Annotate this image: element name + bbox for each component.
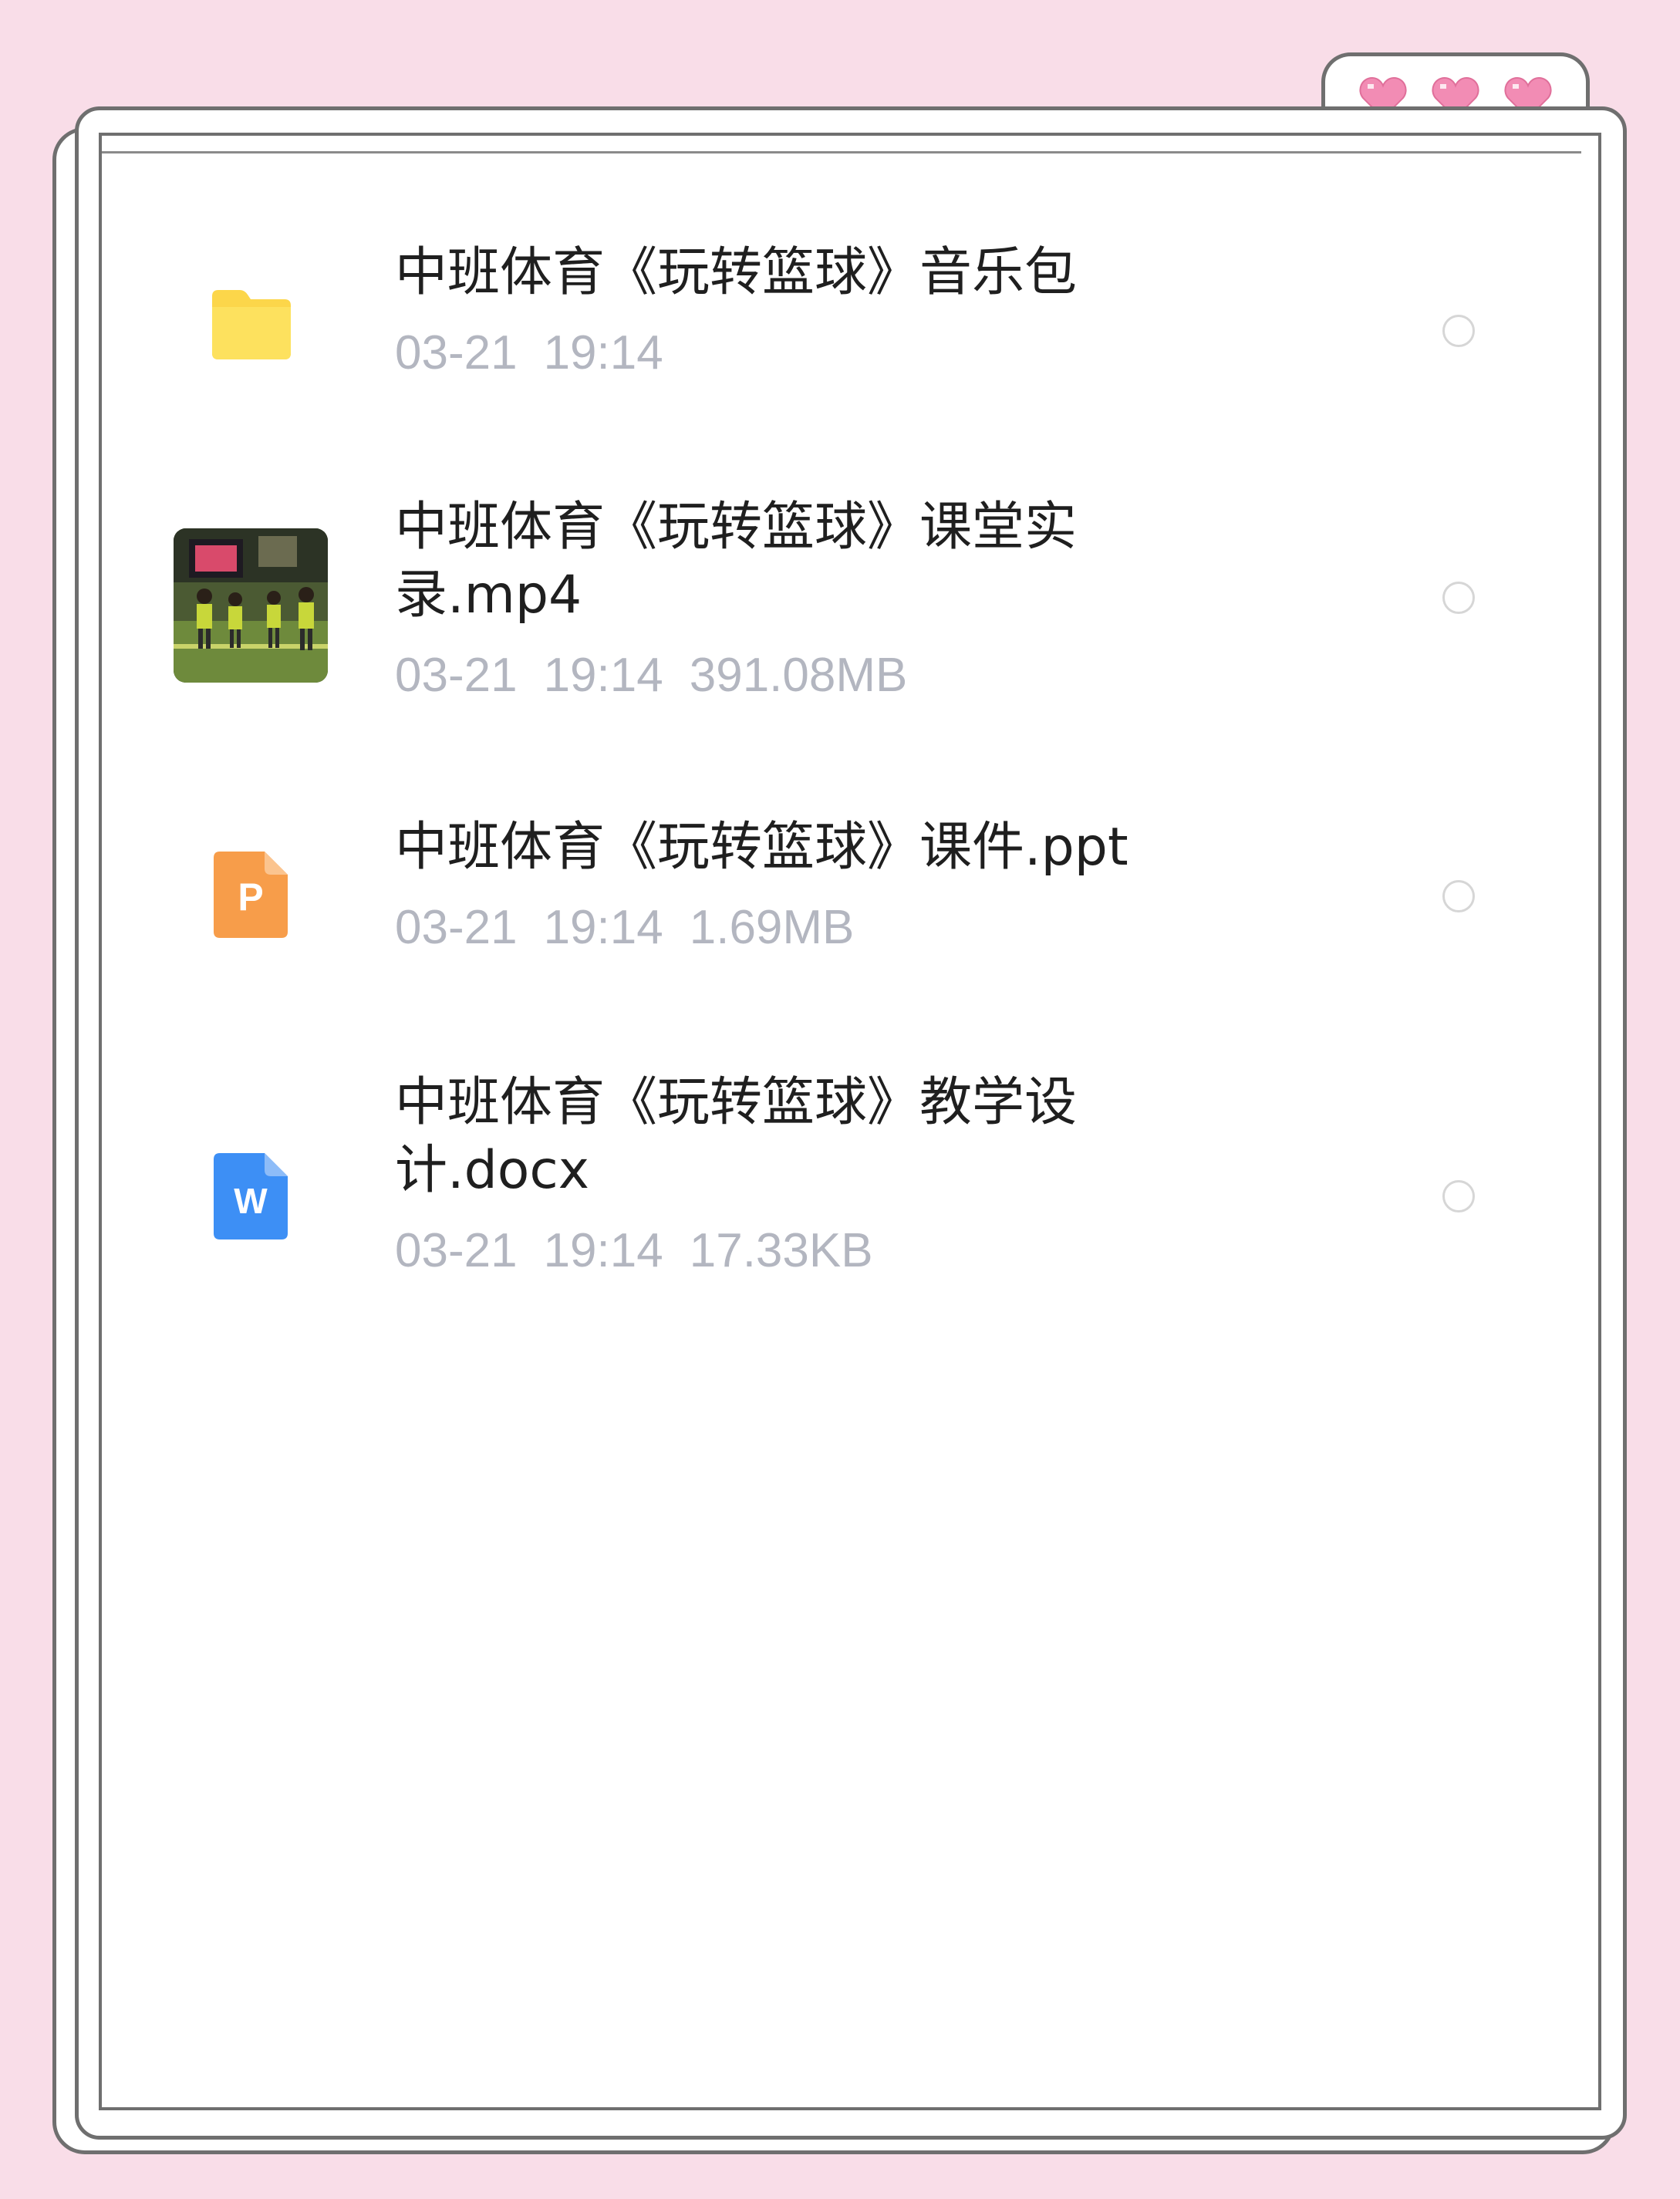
select-radio[interactable] [1442, 315, 1475, 347]
file-size: 1.69MB [689, 901, 855, 954]
file-name: 中班体育《玩转篮球》课件.ppt [395, 817, 1128, 878]
file-size: 391.08MB [689, 649, 908, 702]
file-date: 03-21 [395, 1224, 518, 1277]
file-meta: 03-21 19:14 17.33KB [395, 1223, 1290, 1279]
file-meta: 03-21 19:14 1.69MB [395, 900, 1290, 956]
file-time: 19:14 [543, 1224, 663, 1277]
select-radio[interactable] [1442, 880, 1475, 912]
file-time: 19:14 [543, 901, 663, 954]
svg-text:P: P [238, 875, 263, 919]
file-item-docx[interactable]: W 中班体育《玩转篮球》教学设 计.docx 03-21 19:14 17.33KB [108, 1069, 1558, 1300]
svg-text:W: W [234, 1181, 268, 1221]
file-name: 中班体育《玩转篮球》课堂实 录.mp4 [395, 497, 1078, 626]
video-thumbnail-image [174, 528, 328, 683]
file-time: 19:14 [543, 649, 663, 702]
folder-icon [212, 290, 291, 359]
file-name: 中班体育《玩转篮球》音乐包 [395, 242, 1078, 303]
video-thumbnail [174, 528, 328, 683]
file-date: 03-21 [395, 326, 518, 379]
file-name: 中班体育《玩转篮球》教学设 计.docx [395, 1072, 1078, 1201]
file-time: 19:14 [543, 326, 663, 379]
select-radio[interactable] [1442, 1180, 1475, 1212]
select-radio[interactable] [1442, 582, 1475, 614]
file-meta: 03-21 19:14 [395, 325, 1290, 381]
file-date: 03-21 [395, 901, 518, 954]
file-date: 03-21 [395, 649, 518, 702]
word-icon: W [214, 1153, 288, 1239]
file-item-ppt[interactable]: P 中班体育《玩转篮球》课件.ppt 03-21 19:14 1.69MB [108, 814, 1558, 983]
file-meta: 03-21 19:14 391.08MB [395, 648, 1290, 703]
divider [102, 151, 1581, 153]
file-item-video[interactable]: 中班体育《玩转篮球》课堂实 录.mp4 03-21 19:14 391.08MB [108, 494, 1558, 725]
file-size: 17.33KB [689, 1224, 873, 1277]
file-item-folder[interactable]: 中班体育《玩转篮球》音乐包 03-21 19:14 [108, 239, 1558, 424]
ppt-icon: P [214, 852, 288, 938]
